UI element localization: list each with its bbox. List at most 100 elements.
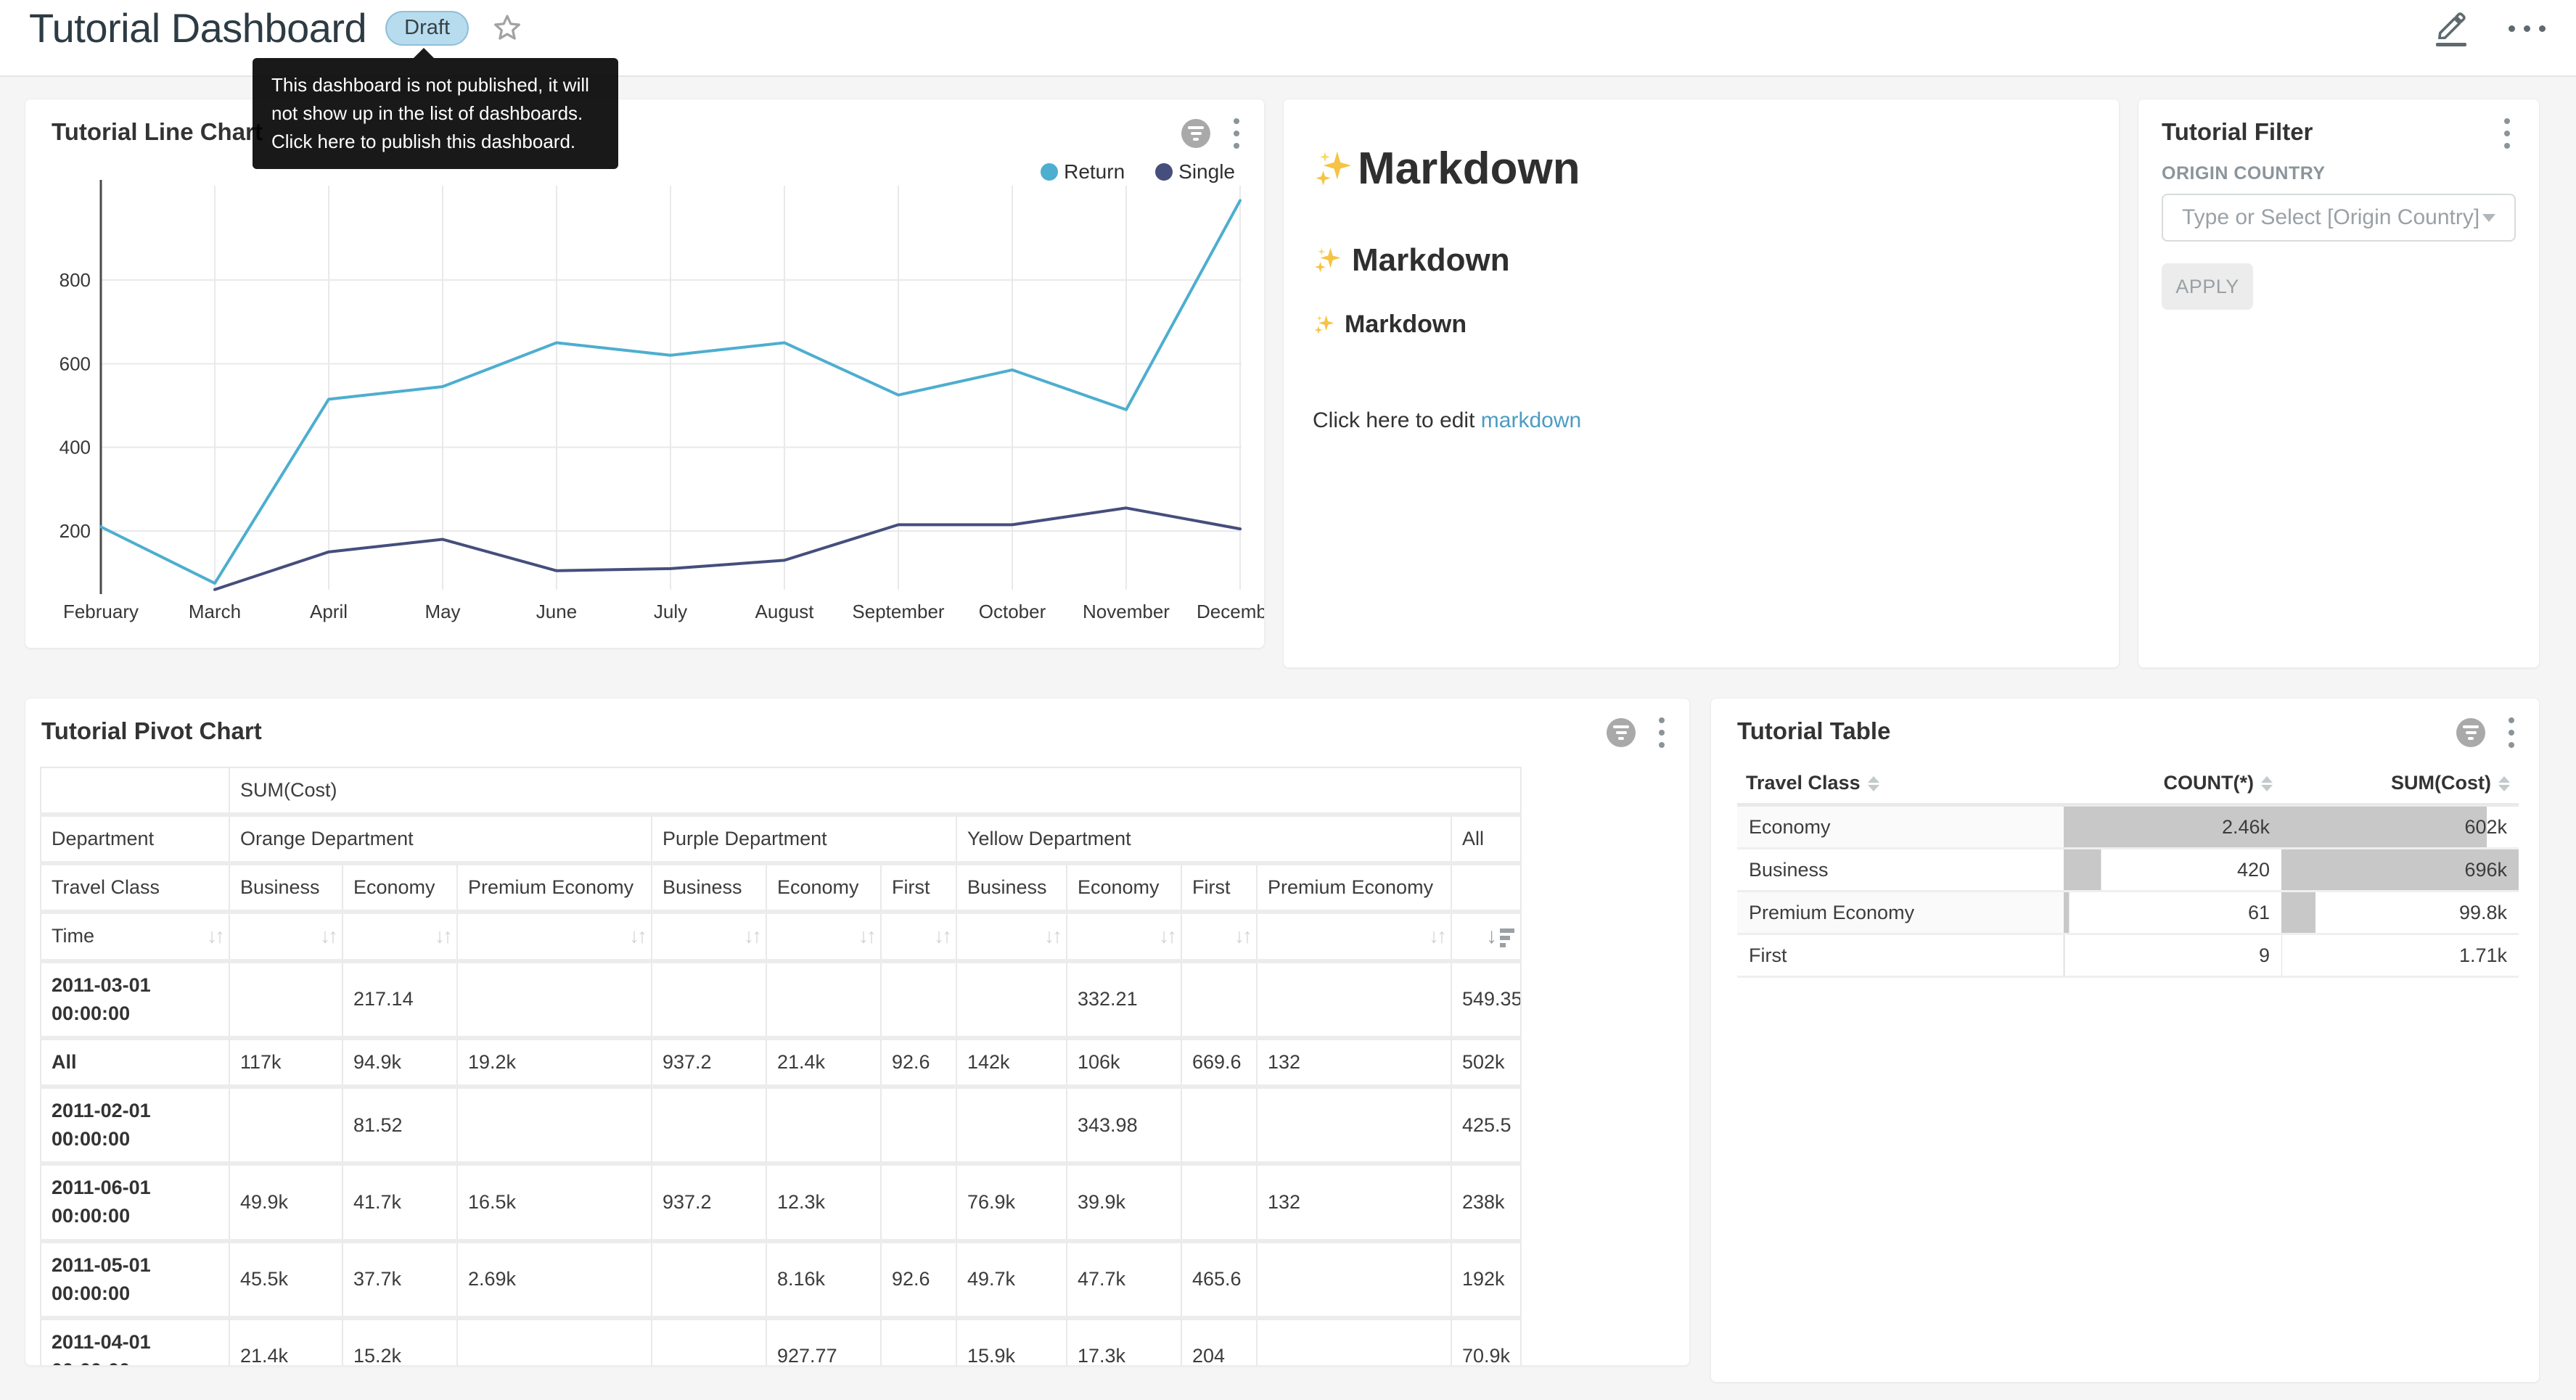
pivot-class-header: First xyxy=(881,863,956,912)
pivot-cell xyxy=(881,1318,956,1366)
y-axis-tick: 600 xyxy=(60,353,91,374)
kebab-menu-icon[interactable] xyxy=(1654,715,1669,751)
filter-indicator-icon[interactable] xyxy=(2456,718,2485,747)
pivot-row: 2011-06-01 00:00:0049.9k41.7k16.5k937.21… xyxy=(41,1164,1521,1240)
legend-item-return[interactable]: Return xyxy=(1041,160,1125,184)
pivot-row: 2011-03-01 00:00:00217.14332.21549.35 xyxy=(41,961,1521,1038)
sort-icon[interactable]: ↓↑ xyxy=(435,922,451,952)
filter-card: Tutorial Filter ORIGIN COUNTRY Type or S… xyxy=(2138,99,2540,668)
pivot-cell xyxy=(766,1087,881,1164)
sort-descending-icon[interactable]: ↓ xyxy=(1486,926,1514,947)
pivot-cell: 94.9k xyxy=(342,1038,457,1087)
pivot-sort-cell: ↓↑ xyxy=(1257,912,1451,960)
sort-icon[interactable]: ↓↑ xyxy=(1234,922,1250,952)
pivot-cell xyxy=(652,1318,766,1366)
pivot-cell: 21.4k xyxy=(766,1038,881,1087)
pivot-class-label: Travel Class xyxy=(41,863,229,912)
sort-icon[interactable]: ↓↑ xyxy=(744,922,760,952)
pivot-cell: 106k xyxy=(1067,1038,1181,1087)
legend-dot xyxy=(1155,163,1173,181)
sort-icon[interactable]: ↓↑ xyxy=(934,922,950,952)
pivot-cell xyxy=(457,1087,652,1164)
kebab-menu-icon[interactable] xyxy=(2504,715,2519,751)
pivot-cell: 47.7k xyxy=(1067,1241,1181,1318)
series-line-single[interactable] xyxy=(215,508,1240,589)
filter-indicator-icon[interactable] xyxy=(1607,718,1636,747)
pivot-cell xyxy=(457,1318,652,1366)
pivot-sort-cell: ↓↑ xyxy=(457,912,652,960)
apply-button[interactable]: APPLY xyxy=(2162,263,2253,310)
publish-tooltip: This dashboard is not published, it will… xyxy=(253,58,618,169)
pivot-cell xyxy=(652,1241,766,1318)
sort-icon[interactable] xyxy=(2498,776,2510,791)
sort-icon[interactable]: ↓↑ xyxy=(1429,922,1445,952)
table-row: Business420696k xyxy=(1737,849,2519,892)
sort-icon[interactable]: ↓↑ xyxy=(207,922,223,952)
y-axis-tick: 800 xyxy=(60,269,91,291)
star-icon[interactable] xyxy=(491,12,524,45)
ellipsis-icon[interactable] xyxy=(2509,11,2546,46)
table-card: Tutorial Table Travel ClassCOUNT(*)SUM(C… xyxy=(1710,698,2540,1383)
pivot-row: 2011-05-01 00:00:0045.5k37.7k2.69k8.16k9… xyxy=(41,1241,1521,1318)
pivot-sort-cell: ↓↑ xyxy=(881,912,956,960)
kebab-menu-icon[interactable] xyxy=(2500,115,2514,152)
pivot-table: SUM(Cost)DepartmentOrange DepartmentPurp… xyxy=(40,767,1522,1366)
x-axis-label: May xyxy=(424,601,460,622)
sort-icon[interactable] xyxy=(2261,776,2273,791)
sort-icon[interactable]: ↓↑ xyxy=(1159,922,1175,952)
pivot-cell: 132 xyxy=(1257,1038,1451,1087)
markdown-edit-link[interactable]: markdown xyxy=(1481,408,1581,432)
legend-item-single[interactable]: Single xyxy=(1155,160,1235,184)
table-row: Economy2.46k602k xyxy=(1737,805,2519,849)
pivot-cell: 343.98 xyxy=(1067,1087,1181,1164)
pivot-time-label: Time↓↑ xyxy=(41,912,229,960)
table-row: First91.71k xyxy=(1737,934,2519,977)
pivot-department-header: Purple Department xyxy=(652,815,956,863)
markdown-paragraph: Click here to edit markdown xyxy=(1313,408,2090,433)
sort-icon[interactable] xyxy=(1868,776,1879,791)
pivot-all-header: All xyxy=(1451,815,1521,863)
pivot-department-label: Department xyxy=(41,815,229,863)
pivot-cell: 39.9k xyxy=(1067,1164,1181,1240)
count-cell: 9 xyxy=(2064,934,2281,977)
y-axis-tick: 200 xyxy=(60,520,91,542)
pivot-row-label: 2011-03-01 00:00:00 xyxy=(41,961,229,1038)
count-cell: 420 xyxy=(2064,849,2281,892)
sort-icon[interactable]: ↓↑ xyxy=(629,922,645,952)
pivot-sort-cell: ↓ xyxy=(1451,912,1521,960)
markdown-heading-1: Markdown xyxy=(1313,143,2090,194)
pivot-cell: 117k xyxy=(229,1038,342,1087)
x-axis-label: March xyxy=(189,601,241,622)
dashboard-title: Tutorial Dashboard xyxy=(29,4,366,52)
draft-badge[interactable]: Draft xyxy=(385,11,469,46)
table-row: Premium Economy6199.8k xyxy=(1737,892,2519,934)
sum-cost-cell: 99.8k xyxy=(2281,892,2519,934)
pivot-cell: 81.52 xyxy=(342,1087,457,1164)
sort-icon[interactable]: ↓↑ xyxy=(858,922,874,952)
x-axis-label: February xyxy=(63,601,139,622)
sort-icon[interactable]: ↓↑ xyxy=(320,922,336,952)
pivot-cell xyxy=(1257,961,1451,1038)
sort-icon[interactable]: ↓↑ xyxy=(1044,922,1060,952)
markdown-card: Markdown Markdown Markdown Click here to… xyxy=(1283,99,2120,668)
column-header-travel-class[interactable]: Travel Class xyxy=(1737,762,2064,805)
select-placeholder: Type or Select [Origin Country] xyxy=(2182,205,2482,230)
pivot-class-header: Economy xyxy=(342,863,457,912)
origin-country-select[interactable]: Type or Select [Origin Country] xyxy=(2162,194,2516,242)
column-header-sum-cost[interactable]: SUM(Cost) xyxy=(2281,762,2519,805)
pivot-row: 2011-04-01 00:00:0021.4k15.2k927.7715.9k… xyxy=(41,1318,1521,1366)
pivot-cell: 49.9k xyxy=(229,1164,342,1240)
travel-class-cell: Premium Economy xyxy=(1737,892,2064,934)
x-axis-label: June xyxy=(536,601,577,622)
column-header-count[interactable]: COUNT(*) xyxy=(2064,762,2281,805)
pivot-cell xyxy=(881,1087,956,1164)
pivot-chart-title: Tutorial Pivot Chart xyxy=(41,717,262,745)
x-axis-label: July xyxy=(654,601,687,622)
pivot-row-label: 2011-04-01 00:00:00 xyxy=(41,1318,229,1366)
pivot-cell: 76.9k xyxy=(956,1164,1067,1240)
pivot-row-total: 192k xyxy=(1451,1241,1521,1318)
pivot-cell: 465.6 xyxy=(1181,1241,1257,1318)
pivot-cell xyxy=(956,961,1067,1038)
sum-cost-cell: 602k xyxy=(2281,805,2519,849)
edit-pencil-icon[interactable] xyxy=(2435,10,2468,46)
